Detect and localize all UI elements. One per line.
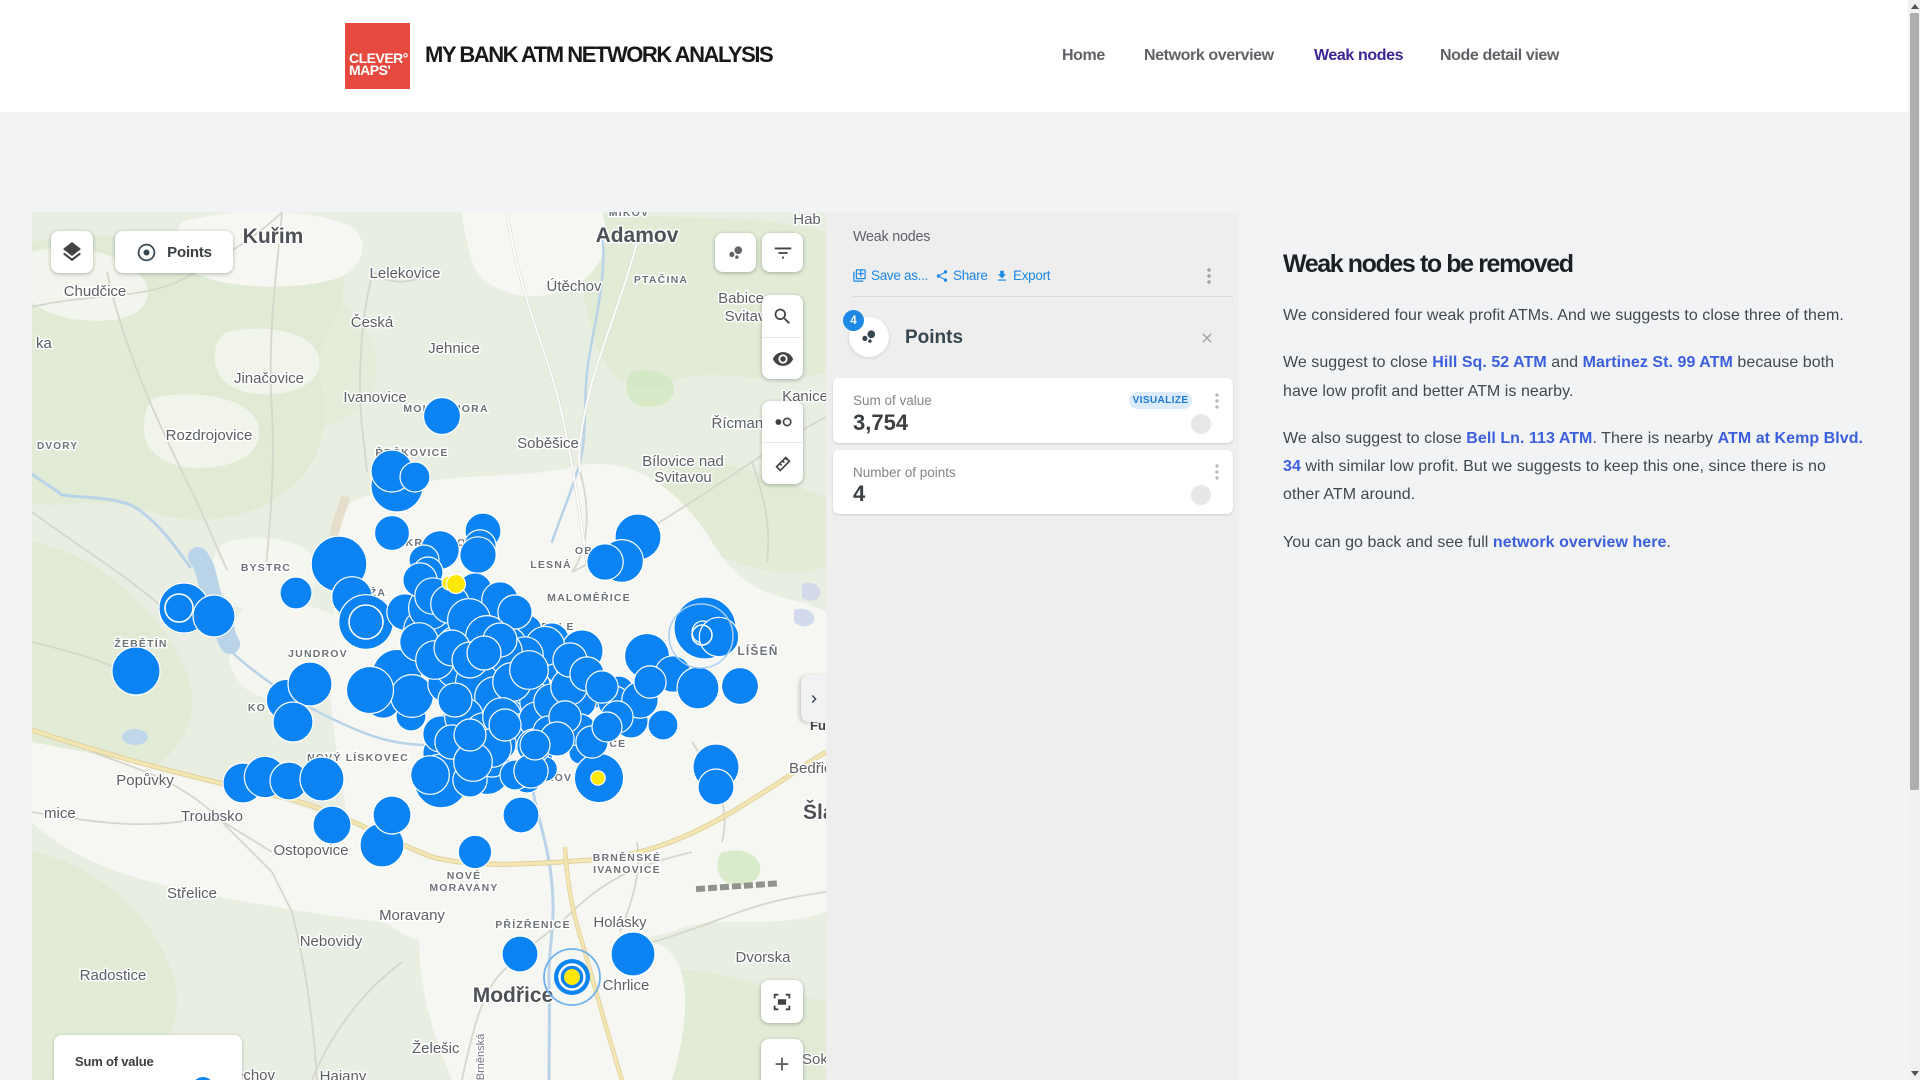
svg-text:LESNÁ: LESNÁ xyxy=(530,558,572,571)
svg-text:DVORY: DVORY xyxy=(37,441,78,452)
svg-text:Chrlice: Chrlice xyxy=(603,977,650,994)
svg-text:Želešic: Želešic xyxy=(412,1040,460,1057)
svg-text:PŘÍZŘENICE: PŘÍZŘENICE xyxy=(495,918,571,931)
svg-text:ka: ka xyxy=(36,335,53,352)
svg-text:Rozdrojovice: Rozdrojovice xyxy=(166,427,253,444)
svg-text:JUNDROV: JUNDROV xyxy=(288,648,348,660)
svg-text:Holásky: Holásky xyxy=(593,914,647,931)
svg-text:Popůvky: Popůvky xyxy=(116,772,174,789)
svg-text:Střelice: Střelice xyxy=(167,885,217,902)
svg-text:Soběšice: Soběšice xyxy=(517,435,579,452)
svg-text:Hajany: Hajany xyxy=(320,1068,367,1080)
svg-text:Ivanovice: Ivanovice xyxy=(343,389,406,406)
svg-text:Řícmani: Řícmani xyxy=(711,415,766,432)
svg-text:Nebovidy: Nebovidy xyxy=(300,933,363,950)
svg-text:Kuřim: Kuřim xyxy=(243,225,304,248)
svg-text:Ostopovice: Ostopovice xyxy=(273,842,348,859)
svg-text:NOVÉ: NOVÉ xyxy=(447,869,482,882)
svg-text:Česká: Česká xyxy=(351,314,394,331)
svg-text:KO: KO xyxy=(248,702,266,714)
svg-text:Troubsko: Troubsko xyxy=(181,808,243,825)
svg-text:Hab: Hab xyxy=(793,212,821,228)
svg-text:Jinačovice: Jinačovice xyxy=(234,370,304,387)
svg-text:Dvorska: Dvorska xyxy=(735,949,791,966)
svg-text:Lelekovice: Lelekovice xyxy=(370,265,441,282)
svg-text:Bílovice nad: Bílovice nad xyxy=(642,453,724,470)
svg-text:BRNĚNSKÉ: BRNĚNSKÉ xyxy=(593,851,662,864)
svg-text:Radostice: Radostice xyxy=(80,967,147,984)
svg-text:Moravany: Moravany xyxy=(379,907,445,924)
svg-text:Babice: Babice xyxy=(718,290,764,307)
svg-text:Chudčice: Chudčice xyxy=(64,283,127,300)
svg-text:MALOMĚŘICE: MALOMĚŘICE xyxy=(547,591,631,604)
svg-text:Šla: Šla xyxy=(803,800,826,824)
svg-text:IVANOVICE: IVANOVICE xyxy=(593,864,661,876)
svg-text:Bedřic: Bedřic xyxy=(789,760,826,777)
svg-text:Brněnská: Brněnská xyxy=(475,1033,487,1080)
svg-text:MIKOV: MIKOV xyxy=(609,212,649,219)
svg-text:Svitavou: Svitavou xyxy=(654,469,712,486)
svg-text:Jehnice: Jehnice xyxy=(428,340,480,357)
svg-text:Svitav: Svitav xyxy=(725,308,766,325)
svg-text:Útěchov: Útěchov xyxy=(546,278,602,295)
svg-text:Modřice: Modřice xyxy=(473,984,554,1007)
svg-text:BYSTRC: BYSTRC xyxy=(241,562,291,574)
svg-text:Soko: Soko xyxy=(802,1051,826,1068)
svg-text:mice: mice xyxy=(44,805,76,822)
svg-text:MORAVANY: MORAVANY xyxy=(429,882,498,894)
svg-text:LÍŠEŇ: LÍŠEŇ xyxy=(737,643,778,658)
svg-text:PTAČINA: PTAČINA xyxy=(634,273,688,286)
svg-text:Adamov: Adamov xyxy=(596,224,679,247)
